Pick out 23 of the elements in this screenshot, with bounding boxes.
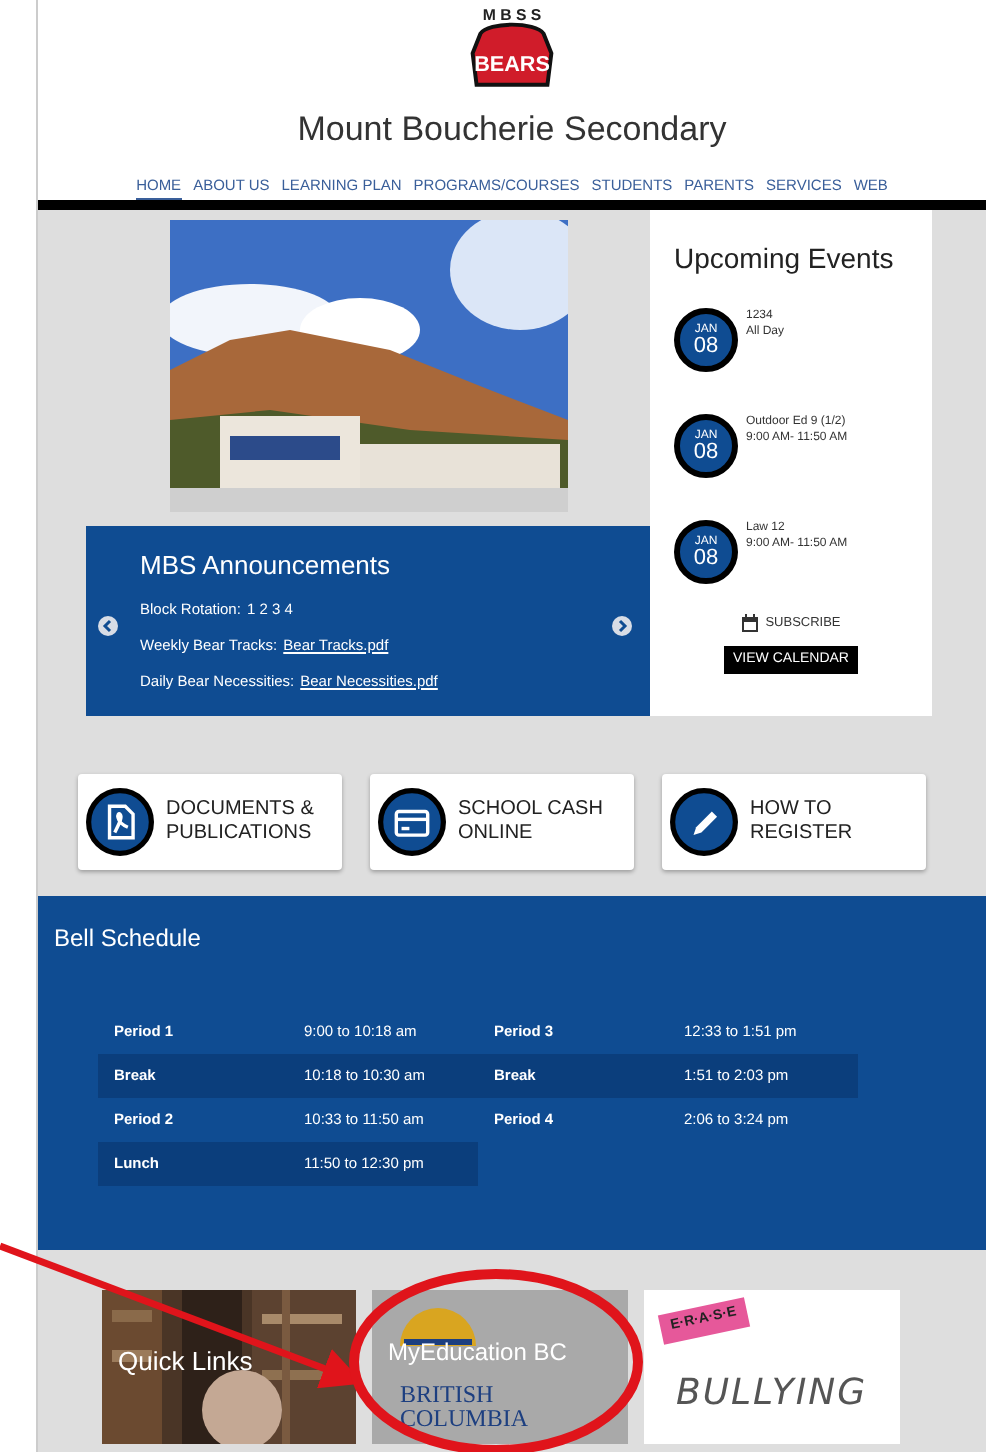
bell-schedule-title: Bell Schedule <box>54 922 203 956</box>
myeducation-tile[interactable]: MyEducation BC BRITISH COLUMBIA <box>372 1290 628 1444</box>
tile-label: Quick Links <box>118 1344 253 1380</box>
tile-label: MyEducation BC <box>388 1336 567 1370</box>
bullying-word: BULLYING <box>676 1370 868 1418</box>
school-title: Mount Boucherie Secondary <box>297 108 727 153</box>
quick-links-tile[interactable]: Quick Links <box>102 1290 356 1444</box>
bc-wordmark: BRITISH COLUMBIA <box>400 1382 529 1430</box>
sun-logo-icon <box>396 1302 480 1346</box>
event-day: 08 <box>693 547 719 569</box>
events-title: Upcoming Events <box>674 240 896 278</box>
pdf-document-icon <box>86 788 154 856</box>
previous-arrow-icon[interactable] <box>98 616 118 636</box>
calendar-icon <box>741 614 758 633</box>
credit-card-icon <box>378 788 446 856</box>
event-day: 08 <box>693 441 719 463</box>
quick-link-button[interactable]: HOW TO REGISTER <box>662 774 926 870</box>
quick-link-button[interactable]: DOCUMENTS & PUBLICATIONS <box>78 774 342 870</box>
next-arrow-icon[interactable] <box>612 616 632 636</box>
pencil-icon <box>670 788 738 856</box>
quick-link-button[interactable]: SCHOOL CASH ONLINE <box>370 774 634 870</box>
announcements-title: MBS Announcements <box>140 548 393 584</box>
event-day: 08 <box>693 335 719 357</box>
